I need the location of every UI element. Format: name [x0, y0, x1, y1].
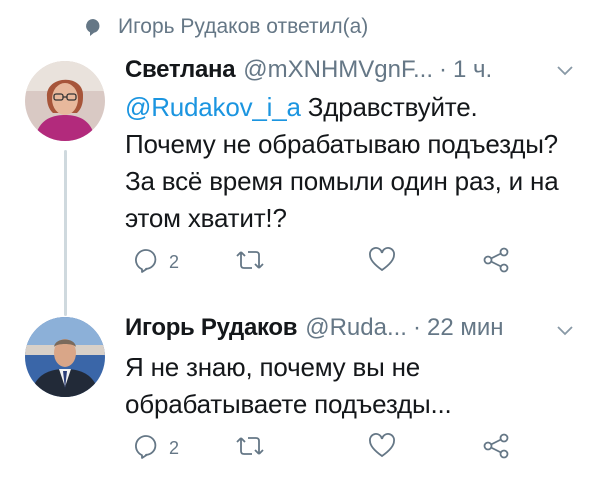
tweet-header: Светлана @mXNHMVgnF... · 1 ч. — [125, 56, 492, 84]
tweet-header: Игорь Рудаков @Ruda... · 22 мин — [125, 314, 504, 342]
chevron-down-icon[interactable] — [556, 64, 574, 82]
reply-icon — [133, 247, 159, 278]
heart-icon — [368, 247, 396, 278]
avatar[interactable] — [25, 317, 105, 397]
reply-context: Игорь Рудаков ответил(а) — [82, 12, 368, 42]
like-button[interactable] — [368, 247, 396, 278]
chevron-down-icon[interactable] — [556, 324, 574, 342]
tweet-actions: 2 — [125, 433, 525, 467]
retweet-icon — [235, 247, 265, 278]
tweet-time[interactable]: 1 ч. — [453, 56, 492, 84]
separator-dot: · — [412, 314, 421, 341]
reply-icon — [133, 433, 159, 464]
share-icon — [482, 247, 510, 278]
thread-connector-line — [64, 150, 67, 316]
reply-button[interactable]: 2 — [133, 433, 179, 464]
share-button[interactable] — [482, 433, 510, 464]
tweet-time[interactable]: 22 мин — [427, 314, 504, 342]
share-button[interactable] — [482, 247, 510, 278]
retweet-button[interactable] — [235, 247, 265, 278]
reply-context-text: Игорь Рудаков ответил(а) — [118, 15, 369, 38]
separator-dot: · — [439, 56, 448, 83]
reply-count: 2 — [169, 252, 180, 272]
avatar[interactable] — [25, 61, 105, 141]
retweet-icon — [235, 433, 265, 464]
tweet-text: Я не знаю, почему вы не обрабатываете по… — [125, 352, 452, 419]
author-handle[interactable]: @Ruda... — [305, 314, 407, 342]
author-handle[interactable]: @mXNHMVgnF... — [243, 56, 433, 84]
retweet-button[interactable] — [235, 433, 265, 464]
share-icon — [482, 433, 510, 464]
reply-count: 2 — [169, 438, 180, 458]
author-name[interactable]: Игорь Рудаков — [125, 314, 298, 342]
tweet-text: @Rudakov_i_a Здравствуйте. Почему не обр… — [125, 89, 565, 237]
mention-link[interactable]: @Rudakov_i_a — [125, 92, 301, 122]
speech-bubble-icon — [82, 18, 104, 36]
heart-icon — [368, 433, 396, 464]
like-button[interactable] — [368, 433, 396, 464]
reply-button[interactable]: 2 — [133, 247, 179, 278]
author-name[interactable]: Светлана — [125, 56, 236, 84]
tweet-actions: 2 — [125, 247, 525, 281]
